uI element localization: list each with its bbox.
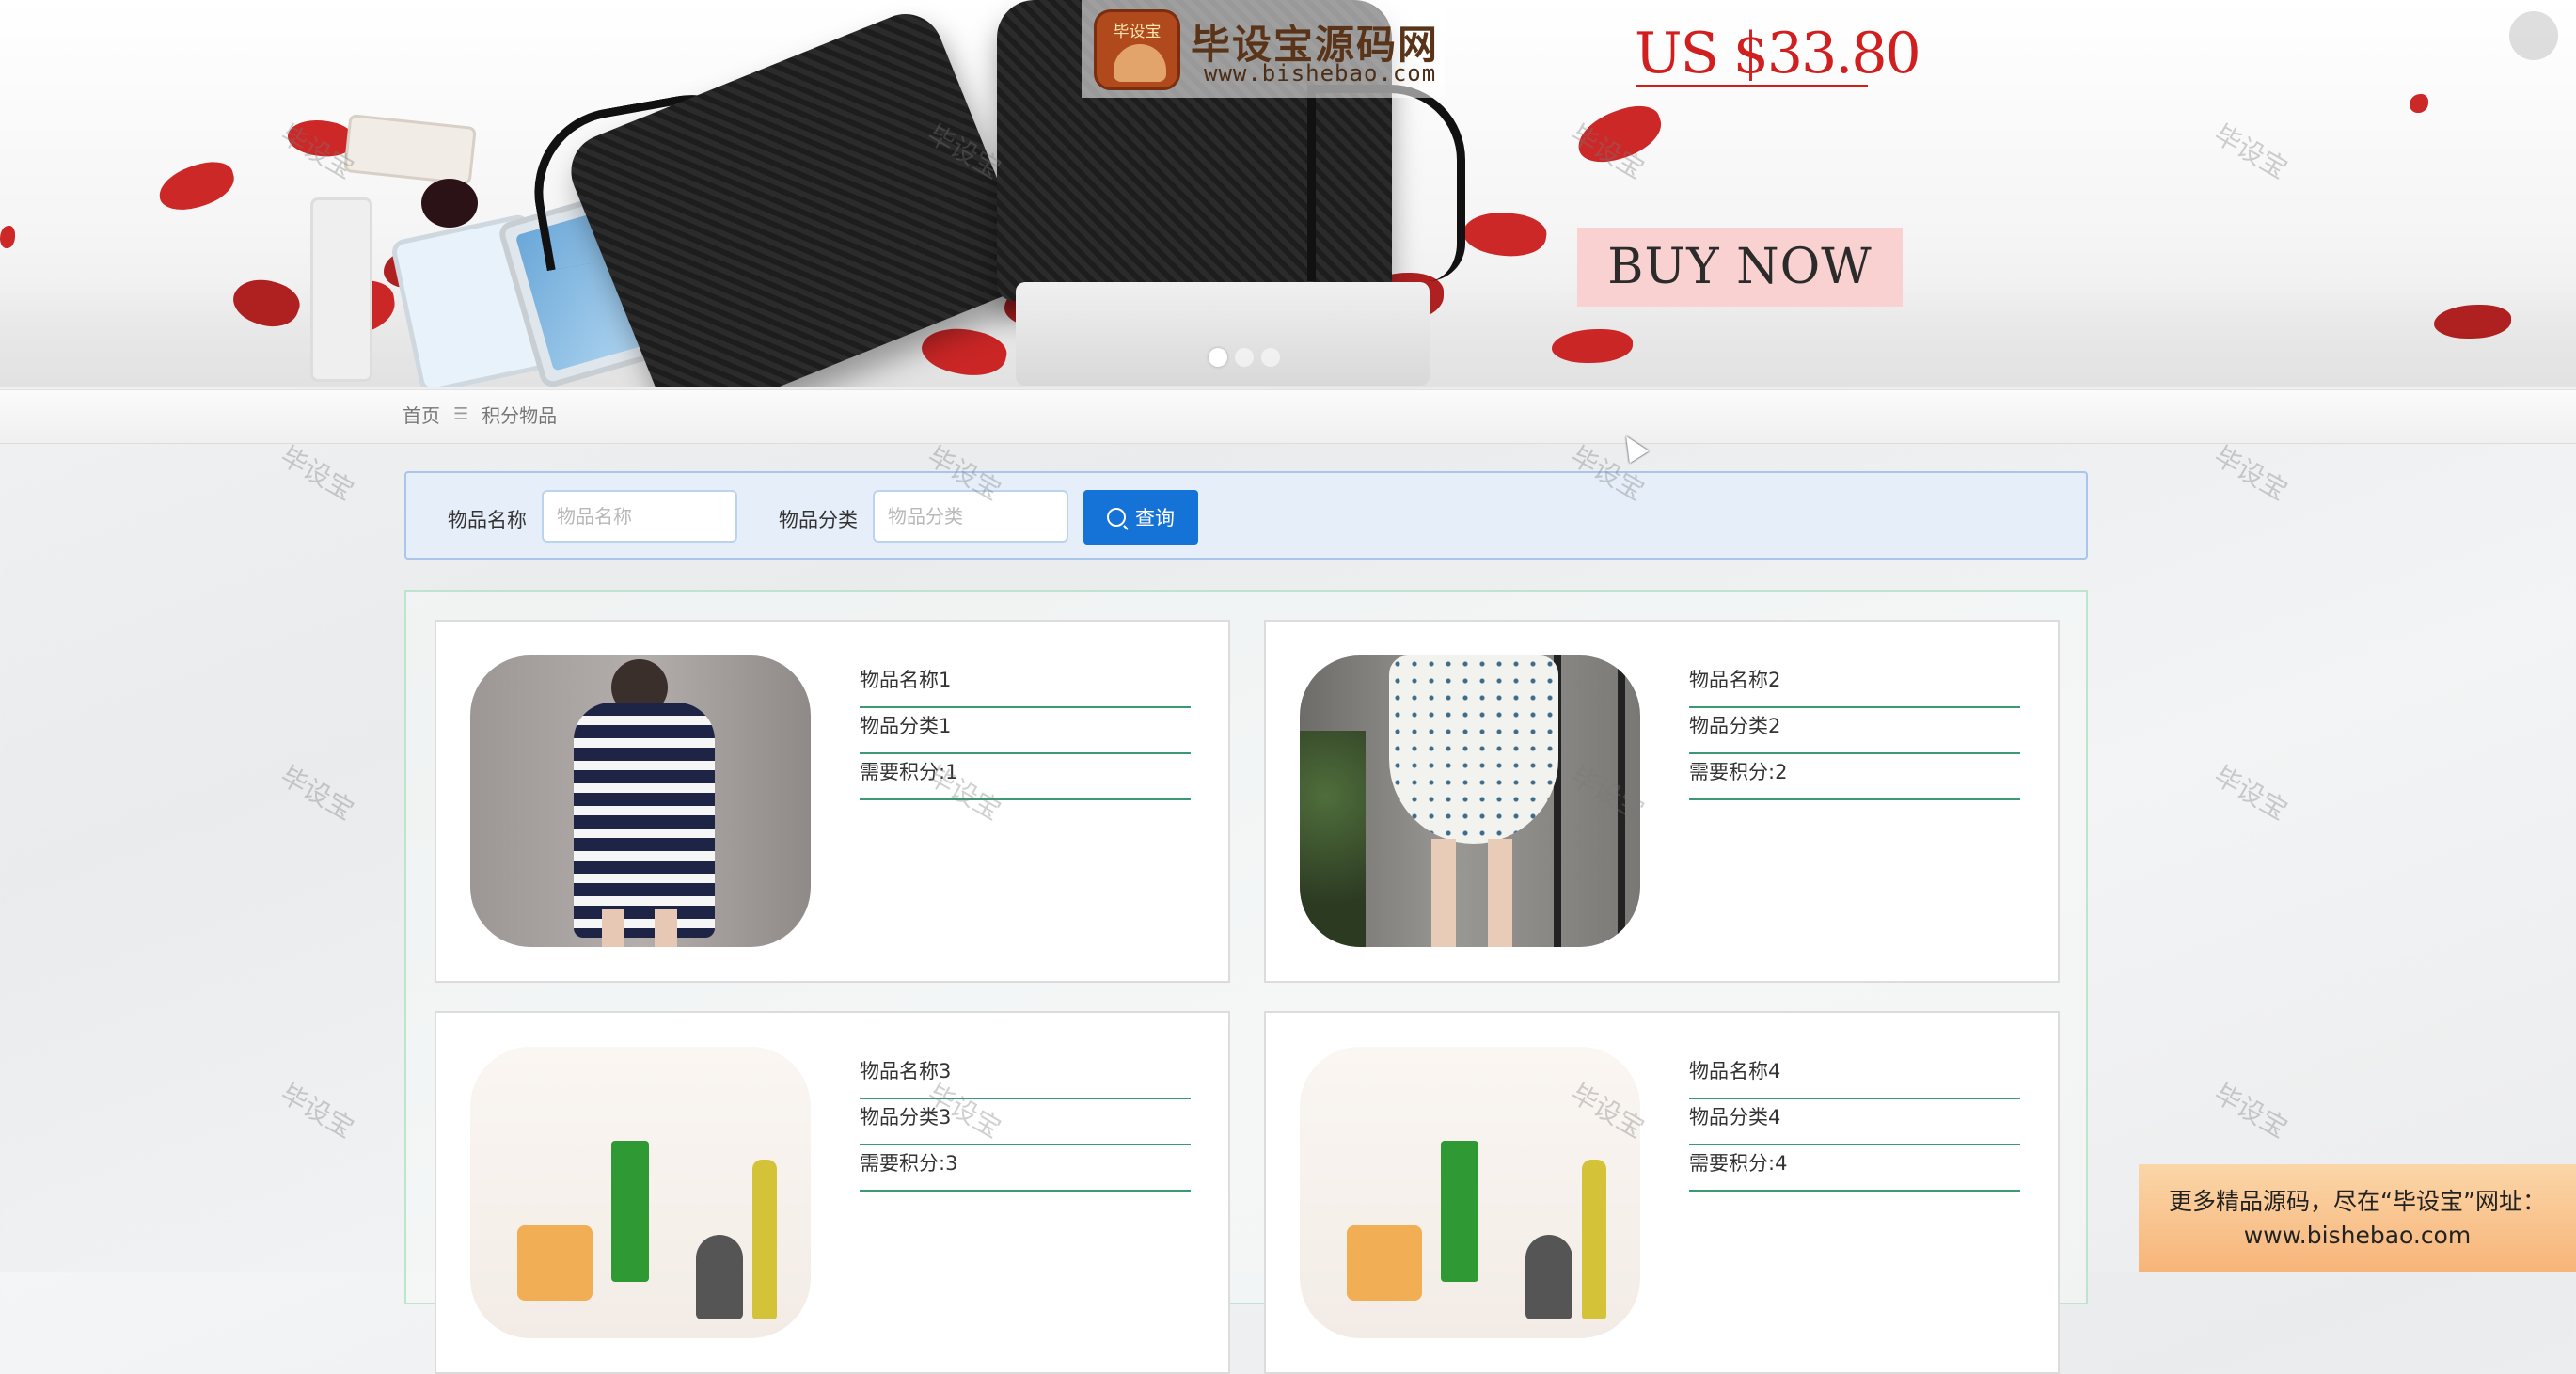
display-stand-image	[1016, 282, 1430, 386]
item-card[interactable]: 物品名称2 物品分类2 需要积分:2	[1264, 620, 2060, 983]
promo-banner[interactable]: 更多精品源码，尽在“毕设宝”网址： www.bishebao.com	[2139, 1164, 2576, 1272]
rose-petal	[1571, 99, 1668, 170]
breadcrumb-bar	[0, 389, 2576, 444]
item-image[interactable]	[1300, 1047, 1640, 1338]
buy-now-button[interactable]: BUY NOW	[1577, 228, 1903, 307]
breadcrumb-current: 积分物品	[482, 404, 558, 427]
handbag-strap	[1307, 85, 1465, 281]
breadcrumb: 首页 ☰ 积分物品	[403, 401, 557, 428]
site-logo-badge: 毕设宝	[1094, 9, 1180, 90]
query-button-label: 查询	[1135, 507, 1175, 529]
item-list-panel: 物品名称1 物品分类1 需要积分:1 物品名称2 物品分类2 需要积分:2 物品…	[404, 590, 2088, 1374]
breadcrumb-home-link[interactable]: 首页	[403, 401, 440, 428]
search-form: 物品名称 物品分类 查询	[404, 471, 2088, 560]
watermark: 毕设宝	[2208, 440, 2293, 507]
item-name: 物品名称2	[1689, 665, 2020, 708]
item-points: 需要积分:3	[860, 1148, 1191, 1192]
item-info: 物品名称3 物品分类3 需要积分:3	[860, 1056, 1191, 1194]
site-logo-url: www.bishebao.com	[1204, 60, 1437, 87]
item-category-label: 物品分类	[779, 509, 858, 531]
rose-petal	[1461, 207, 1549, 261]
item-category-input[interactable]	[873, 490, 1068, 543]
carousel-dot-1[interactable]	[1209, 348, 1227, 367]
promo-text: 更多精品源码，尽在“毕设宝”网址：	[2169, 1187, 2546, 1215]
breadcrumb-separator-icon: ☰	[453, 404, 469, 424]
item-name: 物品名称1	[860, 665, 1191, 708]
item-card[interactable]: 物品名称4 物品分类4 需要积分:4	[1264, 1011, 2060, 1374]
watermark: 毕设宝	[2208, 760, 2293, 827]
item-info: 物品名称1 物品分类1 需要积分:1	[860, 665, 1191, 803]
item-name-label: 物品名称	[448, 509, 527, 531]
item-points: 需要积分:1	[860, 757, 1191, 800]
item-info: 物品名称4 物品分类4 需要积分:4	[1689, 1056, 2020, 1194]
item-points: 需要积分:2	[1689, 757, 2020, 800]
item-category: 物品分类4	[1689, 1102, 2020, 1145]
mascot-icon	[1114, 44, 1166, 82]
item-image[interactable]	[1300, 655, 1640, 947]
logo-badge-text: 毕设宝	[1113, 23, 1162, 41]
watermark: 毕设宝	[275, 760, 359, 827]
price-underline	[1636, 85, 1868, 87]
rose-petal	[2410, 94, 2428, 113]
carousel-dot-3[interactable]	[1261, 348, 1280, 367]
item-image[interactable]	[470, 655, 811, 947]
item-name-input[interactable]	[542, 490, 737, 543]
query-button[interactable]: 查询	[1083, 490, 1198, 545]
item-category: 物品分类1	[860, 711, 1191, 754]
item-name: 物品名称4	[1689, 1056, 2020, 1099]
item-name: 物品名称3	[860, 1056, 1191, 1099]
cosmetic-tube-image	[343, 114, 477, 185]
item-category: 物品分类2	[1689, 711, 2020, 754]
hero-banner-carousel[interactable]: 毕设宝 毕设宝源码网 www.bishebao.com US $33.80 BU…	[0, 0, 2576, 387]
cosmetic-box-image	[310, 197, 372, 382]
item-card[interactable]: 物品名称3 物品分类3 需要积分:3	[435, 1011, 1230, 1374]
watermark: 毕设宝	[275, 440, 359, 507]
item-card[interactable]: 物品名称1 物品分类1 需要积分:1	[435, 620, 1230, 983]
promo-url[interactable]: www.bishebao.com	[2244, 1219, 2471, 1253]
watermark: 毕设宝	[2208, 1078, 2293, 1145]
banner-corner-button[interactable]	[2509, 11, 2558, 60]
search-icon	[1107, 508, 1126, 527]
rose-petal	[153, 156, 240, 216]
watermark: 毕设宝	[275, 1078, 359, 1145]
carousel-dot-2[interactable]	[1235, 348, 1254, 367]
banner-price: US $33.80	[1635, 21, 1921, 87]
item-image[interactable]	[470, 1047, 811, 1338]
perfume-bottle-image	[421, 179, 478, 228]
item-category: 物品分类3	[860, 1102, 1191, 1145]
item-points: 需要积分:4	[1689, 1148, 2020, 1192]
item-info: 物品名称2 物品分类2 需要积分:2	[1689, 665, 2020, 803]
carousel-indicators	[1209, 348, 1280, 367]
rose-petal	[0, 226, 15, 248]
